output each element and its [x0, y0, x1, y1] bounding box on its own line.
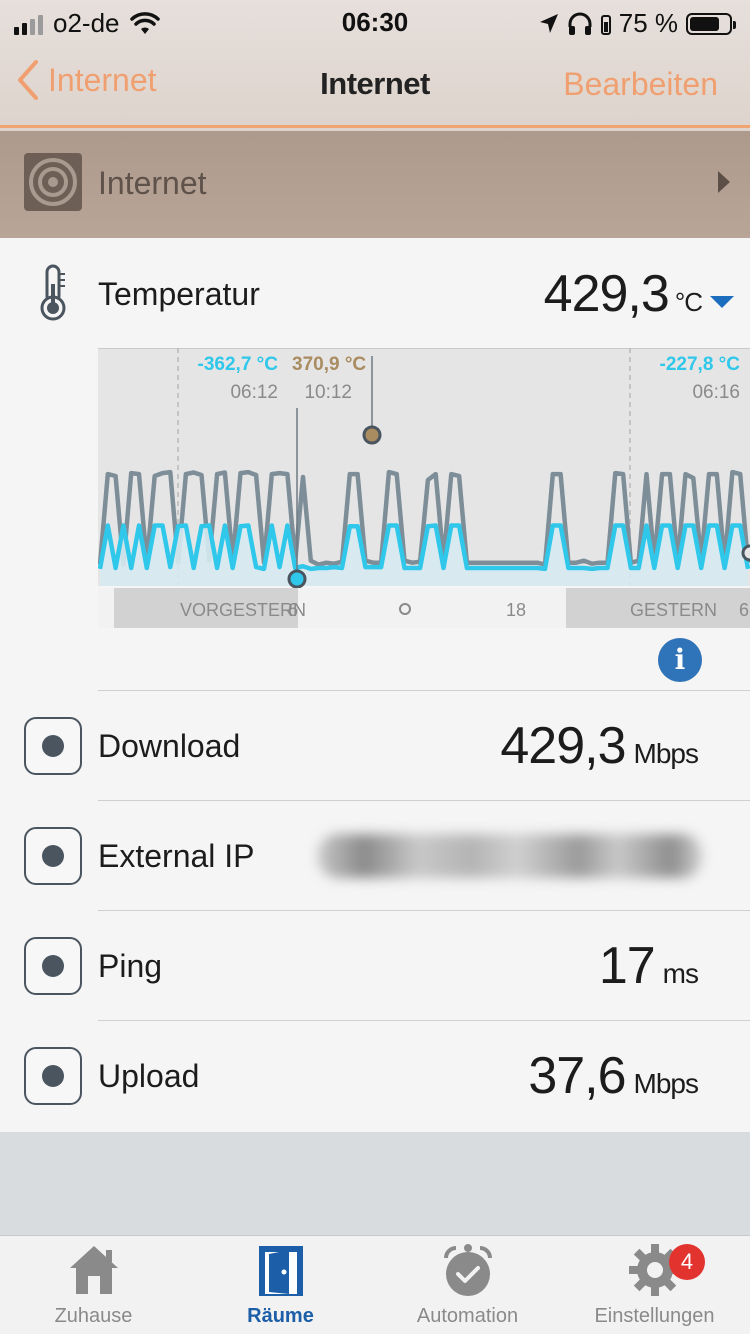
sensor-label: External IP: [98, 838, 255, 874]
status-bar: o2-de 06:30 75 %: [0, 0, 750, 40]
row-separator: [98, 800, 750, 801]
marker-value-label: -362,7 °C: [198, 354, 279, 375]
sensor-unit: Mbps: [633, 1068, 699, 1099]
row-separator: [98, 1020, 750, 1021]
thermometer-icon: [40, 264, 66, 321]
tab-label: Räume: [247, 1305, 314, 1327]
temperature-label: Temperatur: [98, 276, 260, 312]
top-area: o2-de 06:30 75 % Internet Internet Bearb…: [0, 0, 750, 238]
battery-percent: 75 %: [618, 8, 678, 38]
status-right: 75 %: [539, 8, 736, 39]
door-icon: [258, 1246, 303, 1296]
end-marker-dot: [741, 544, 750, 562]
marker-time-label: 10:12: [304, 382, 352, 403]
tab-einstellungen[interactable]: 4 Einstellungen: [561, 1242, 748, 1328]
timeline-label: GESTERN: [630, 600, 717, 620]
temperature-chart[interactable]: -362,7 °C 06:12 370,9 °C 10:12 -227,8 °C 06:1…: [97, 348, 750, 628]
timeline-label: 6: [739, 600, 749, 620]
min-marker-dot: [287, 569, 307, 589]
marker-time-label: 06:12: [230, 382, 278, 403]
sensor-unit: Mbps: [633, 738, 699, 769]
sensor-value: 37,6 Mbps: [528, 1046, 699, 1106]
sensor-toggle[interactable]: [24, 717, 82, 775]
dot-icon: [42, 1065, 64, 1087]
sensor-toggle[interactable]: [24, 937, 82, 995]
tab-bar: Zuhause Räume Automation 4 Einstellungen: [0, 1235, 750, 1334]
tab-raeume[interactable]: Räume: [187, 1242, 374, 1328]
sensor-value: 17 ms: [598, 936, 699, 996]
sensor-label: Ping: [98, 948, 163, 984]
tab-label: Zuhause: [54, 1305, 133, 1327]
sensor-label: Upload: [98, 1058, 200, 1094]
battery-icon: [686, 12, 736, 35]
row-separator: [98, 690, 750, 691]
tab-label: Einstellungen: [594, 1305, 715, 1327]
dot-icon: [42, 955, 64, 977]
sensor-toggle[interactable]: [24, 1047, 82, 1105]
sensor-number: 429,3: [500, 717, 626, 775]
timeline-label: 18: [506, 600, 526, 620]
sensor-unit: ms: [662, 958, 699, 989]
sensor-toggle[interactable]: [24, 827, 82, 885]
marker-value-label: 370,9 °C: [292, 354, 366, 375]
timeline-label: 6: [288, 600, 298, 620]
sensor-value: 429,3 Mbps: [500, 716, 699, 776]
marker-time-label: 06:16: [692, 382, 740, 403]
edit-button[interactable]: Bearbeiten: [563, 66, 718, 103]
notification-badge: 4: [669, 1244, 705, 1280]
redacted-ip-value: [318, 834, 702, 878]
tab-automation[interactable]: Automation: [374, 1242, 561, 1328]
sensor-label: Download: [98, 728, 241, 764]
temperature-number: 429,3: [543, 265, 670, 323]
row-separator: [98, 910, 750, 911]
chart-svg: -362,7 °C 06:12 370,9 °C 10:12 -227,8 °C 06:1…: [97, 348, 750, 628]
room-header[interactable]: Internet: [0, 131, 750, 238]
room-icon: [24, 153, 82, 211]
location-arrow-icon: [539, 13, 558, 33]
room-name: Internet: [98, 165, 207, 201]
sensor-row-ping[interactable]: Ping 17 ms: [0, 910, 750, 1020]
app-screen: o2-de 06:30 75 % Internet Internet Bearb…: [0, 0, 750, 1334]
sensor-number: 17: [598, 937, 656, 995]
dropdown-arrow-icon[interactable]: [710, 296, 734, 308]
tab-label: Automation: [416, 1305, 519, 1327]
device-card: Temperatur 429,3 °C -362,7 °C 06:12 370,9 °…: [0, 238, 750, 1132]
dot-icon: [42, 735, 64, 757]
sensor-row-external-ip[interactable]: External IP: [0, 800, 750, 910]
house-icon: [69, 1246, 118, 1294]
tab-zuhause[interactable]: Zuhause: [0, 1242, 187, 1328]
info-button[interactable]: i: [658, 638, 702, 682]
alarm-clock-icon: [443, 1244, 492, 1296]
headphones-icon: [568, 12, 592, 35]
battery-small-icon: [600, 14, 611, 35]
chevron-right-icon: [718, 171, 730, 193]
navigation-bar: Internet Internet Bearbeiten: [0, 40, 750, 128]
sensor-number: 37,6: [528, 1047, 626, 1105]
dot-icon: [42, 845, 64, 867]
sensor-row-download[interactable]: Download 429,3 Mbps: [0, 690, 750, 800]
temperature-unit: °C: [674, 287, 703, 317]
marker-value-label: -227,8 °C: [660, 354, 741, 375]
max-marker-dot: [362, 425, 382, 445]
temperature-value: 429,3 °C: [543, 264, 703, 324]
sensor-row-upload[interactable]: Upload 37,6 Mbps: [0, 1020, 750, 1130]
